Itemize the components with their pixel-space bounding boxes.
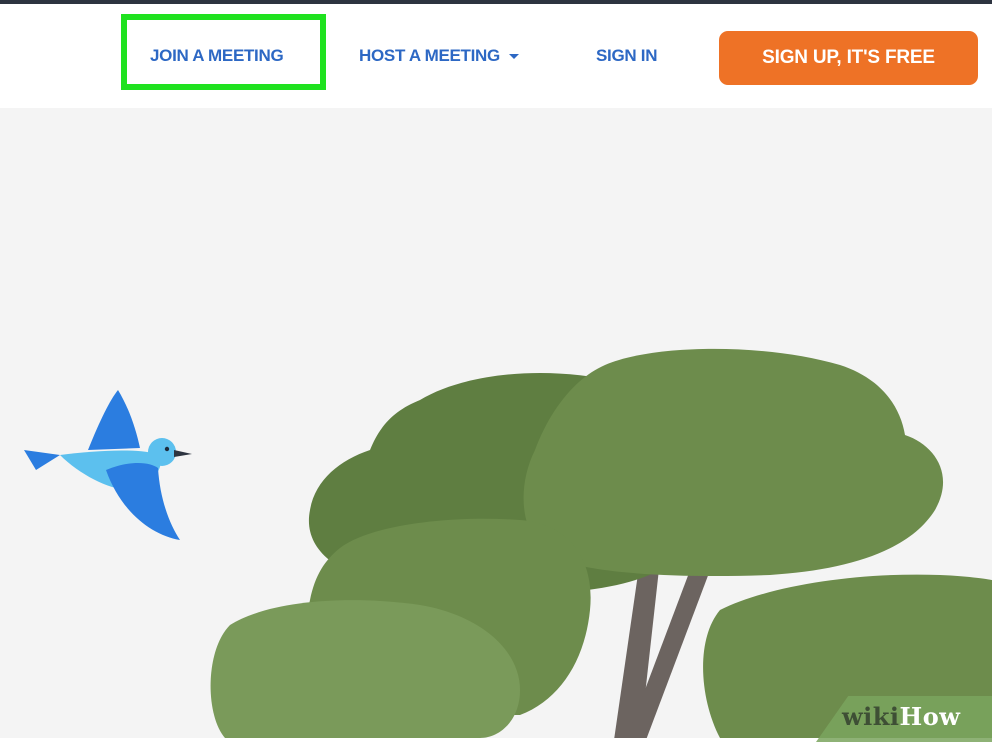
tree-canopy-top-right bbox=[523, 348, 944, 577]
watermark-how: How bbox=[899, 702, 961, 731]
wikihow-watermark: wikiHow bbox=[842, 702, 960, 731]
sign-in-link[interactable]: SIGN IN bbox=[596, 38, 657, 74]
bird-illustration bbox=[24, 390, 192, 540]
sign-up-button[interactable]: SIGN UP, IT'S FREE bbox=[719, 31, 978, 85]
host-meeting-label: HOST A MEETING bbox=[359, 46, 500, 65]
caret-down-icon bbox=[508, 54, 519, 60]
hero-illustration bbox=[0, 108, 992, 738]
tree-trunks bbox=[614, 560, 712, 738]
top-navigation: JOIN A MEETING HOST A MEETING SIGN IN SI… bbox=[0, 4, 992, 108]
host-meeting-menu[interactable]: HOST A MEETING bbox=[359, 38, 519, 74]
watermark-wiki: wiki bbox=[842, 702, 900, 731]
hero-scene bbox=[24, 348, 992, 738]
join-meeting-link[interactable]: JOIN A MEETING bbox=[150, 38, 284, 74]
